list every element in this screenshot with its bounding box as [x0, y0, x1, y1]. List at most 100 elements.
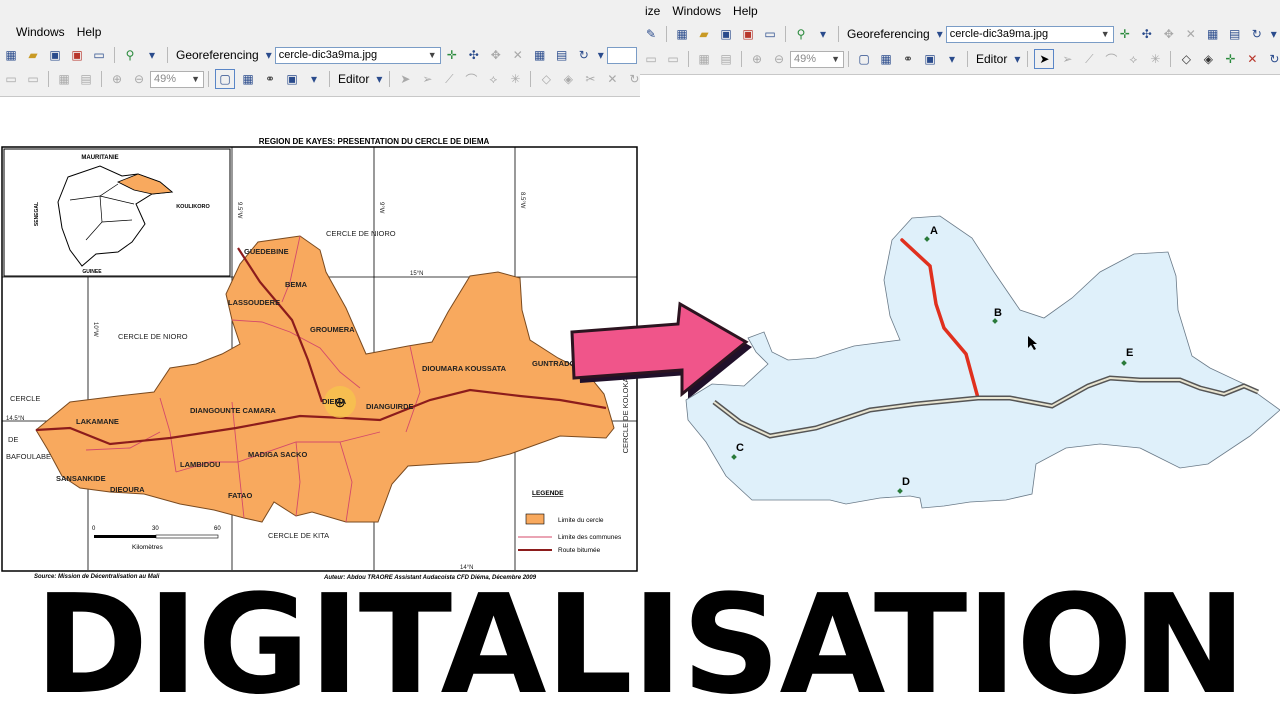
straight-segment-icon[interactable]: ⟋ — [1080, 50, 1098, 68]
georeferencing-menu[interactable]: Georeferencing — [172, 48, 263, 62]
viewer-icon[interactable]: ▤ — [553, 46, 571, 64]
zoom-combo[interactable]: 49% ▼ — [150, 70, 204, 88]
window-icon[interactable]: ▭ — [761, 25, 779, 43]
zoom-out-icon[interactable]: ⊖ — [130, 70, 148, 88]
select-link-icon[interactable]: ✣ — [1138, 25, 1156, 43]
layer-combo[interactable]: cercle-dic3a9ma.jpg ▼ — [274, 46, 441, 64]
cut-polygon-icon[interactable]: ✛ — [1221, 50, 1239, 68]
editor-menu[interactable]: Editor — [334, 72, 373, 86]
rotate-icon[interactable]: ↻ — [1265, 50, 1280, 68]
dropdown-icon[interactable]: ▾ — [943, 50, 961, 68]
legend-item: Limite des communes — [558, 534, 622, 541]
select-link-icon[interactable]: ✣ — [465, 46, 483, 64]
binoculars-icon[interactable]: ⚭ — [261, 70, 279, 88]
arc-icon[interactable]: ⌒ — [1102, 50, 1120, 68]
split-icon[interactable]: ✕ — [603, 70, 621, 88]
menu-help[interactable]: Help — [71, 25, 108, 39]
edit-tool-icon[interactable]: ➤ — [1034, 49, 1055, 69]
table-icon[interactable]: ▦ — [239, 70, 257, 88]
menu-windows[interactable]: Windows — [10, 25, 71, 39]
editor-menu[interactable]: Editor — [972, 52, 1011, 66]
layout-icon[interactable]: ▦ — [695, 50, 713, 68]
zoom-in-icon[interactable]: ⊕ — [748, 50, 766, 68]
dropdown-icon[interactable]: ▾ — [305, 70, 323, 88]
folder-icon[interactable]: ▰ — [695, 25, 713, 43]
trace-icon[interactable]: ⟡ — [1124, 50, 1142, 68]
pencil-icon[interactable]: ✎ — [642, 25, 660, 43]
layout-icon[interactable]: ▤ — [717, 50, 735, 68]
menu-customize[interactable]: ize — [640, 4, 666, 18]
separator — [530, 71, 532, 87]
page-icon[interactable]: ▭ — [24, 70, 42, 88]
chevron-down-icon[interactable]: ▾ — [265, 46, 273, 64]
add-control-points-icon[interactable]: ✛ — [443, 46, 461, 64]
layout-icon[interactable]: ▦ — [55, 70, 73, 88]
annotation-tool-icon[interactable]: ➢ — [1058, 50, 1076, 68]
reshape-icon[interactable]: ◈ — [559, 70, 577, 88]
select-box-icon[interactable]: ▢ — [215, 69, 235, 89]
straight-segment-icon[interactable]: ⟋ — [440, 70, 458, 88]
binoculars-icon[interactable]: ⚭ — [899, 50, 917, 68]
inset-label-mauritanie: MAURITANIE — [81, 155, 118, 161]
zoom-in-icon[interactable]: ⊕ — [108, 70, 126, 88]
place-label: DIOUMARA KOUSSATA — [422, 364, 507, 373]
edit-vertices-icon[interactable]: ◇ — [1177, 50, 1195, 68]
table-icon[interactable]: ▦ — [877, 50, 895, 68]
table-icon[interactable]: ▦ — [2, 46, 20, 64]
zoom-combo[interactable]: 49% ▼ — [790, 50, 844, 68]
georeferencing-menu[interactable]: Georeferencing — [843, 27, 934, 41]
dropdown-icon[interactable]: ▾ — [814, 25, 832, 43]
dropdown-icon[interactable]: ▾ — [143, 46, 161, 64]
chevron-down-icon[interactable]: ▾ — [375, 70, 383, 88]
rotate-icon[interactable]: ↻ — [1248, 25, 1266, 43]
rotation-field[interactable] — [606, 46, 637, 64]
page-icon[interactable]: ▭ — [664, 50, 682, 68]
layer-combo[interactable]: cercle-dic3a9ma.jpg ▼ — [945, 25, 1114, 43]
menu-windows[interactable]: Windows — [666, 4, 727, 18]
arc-icon[interactable]: ⌒ — [462, 70, 480, 88]
point-icon[interactable]: ✳ — [506, 70, 524, 88]
page-icon[interactable]: ▭ — [2, 70, 20, 88]
point-icon[interactable]: ✳ — [1146, 50, 1164, 68]
separator — [1170, 51, 1172, 67]
zoom-link-icon[interactable]: ✥ — [1160, 25, 1178, 43]
trace-icon[interactable]: ⟡ — [484, 70, 502, 88]
rotate-icon[interactable]: ↻ — [625, 70, 640, 88]
toolbox-icon[interactable]: ▣ — [739, 25, 757, 43]
viewer-icon[interactable]: ▤ — [1226, 25, 1244, 43]
rotate-icon[interactable]: ↻ — [575, 46, 593, 64]
split-icon[interactable]: ✕ — [1243, 50, 1261, 68]
zoom-link-icon[interactable]: ✥ — [487, 46, 505, 64]
model-icon[interactable]: ⚲ — [792, 25, 810, 43]
edit-tool-icon[interactable]: ➤ — [396, 70, 414, 88]
layers-icon[interactable]: ▣ — [283, 70, 301, 88]
link-table-icon[interactable]: ▦ — [531, 46, 549, 64]
delete-link-icon[interactable]: ✕ — [1182, 25, 1200, 43]
table-icon[interactable]: ▦ — [673, 25, 691, 43]
layout-icon[interactable]: ▤ — [77, 70, 95, 88]
page-icon[interactable]: ▭ — [642, 50, 660, 68]
edit-vertices-icon[interactable]: ◇ — [537, 70, 555, 88]
cut-polygon-icon[interactable]: ✂ — [581, 70, 599, 88]
layers-icon[interactable]: ▣ — [921, 50, 939, 68]
chevron-down-icon[interactable]: ▾ — [1270, 25, 1278, 43]
place-label: DIANGOUNTE CAMARA — [190, 406, 276, 415]
window-icon[interactable]: ▭ — [90, 46, 108, 64]
catalog-icon[interactable]: ▣ — [717, 25, 735, 43]
model-icon[interactable]: ⚲ — [121, 46, 139, 64]
catalog-icon[interactable]: ▣ — [46, 46, 64, 64]
annotation-tool-icon[interactable]: ➢ — [418, 70, 436, 88]
zoom-out-icon[interactable]: ⊖ — [770, 50, 788, 68]
select-box-icon[interactable]: ▢ — [855, 50, 873, 68]
link-table-icon[interactable]: ▦ — [1204, 25, 1222, 43]
add-control-points-icon[interactable]: ✛ — [1116, 25, 1134, 43]
chevron-down-icon[interactable]: ▾ — [936, 25, 944, 43]
chevron-down-icon[interactable]: ▾ — [597, 46, 605, 64]
scale-label: Kilomètres — [132, 544, 163, 551]
folder-icon[interactable]: ▰ — [24, 46, 42, 64]
chevron-down-icon[interactable]: ▾ — [1013, 50, 1021, 68]
menu-help[interactable]: Help — [727, 4, 764, 18]
reshape-icon[interactable]: ◈ — [1199, 50, 1217, 68]
toolbox-icon[interactable]: ▣ — [68, 46, 86, 64]
delete-link-icon[interactable]: ✕ — [509, 46, 527, 64]
